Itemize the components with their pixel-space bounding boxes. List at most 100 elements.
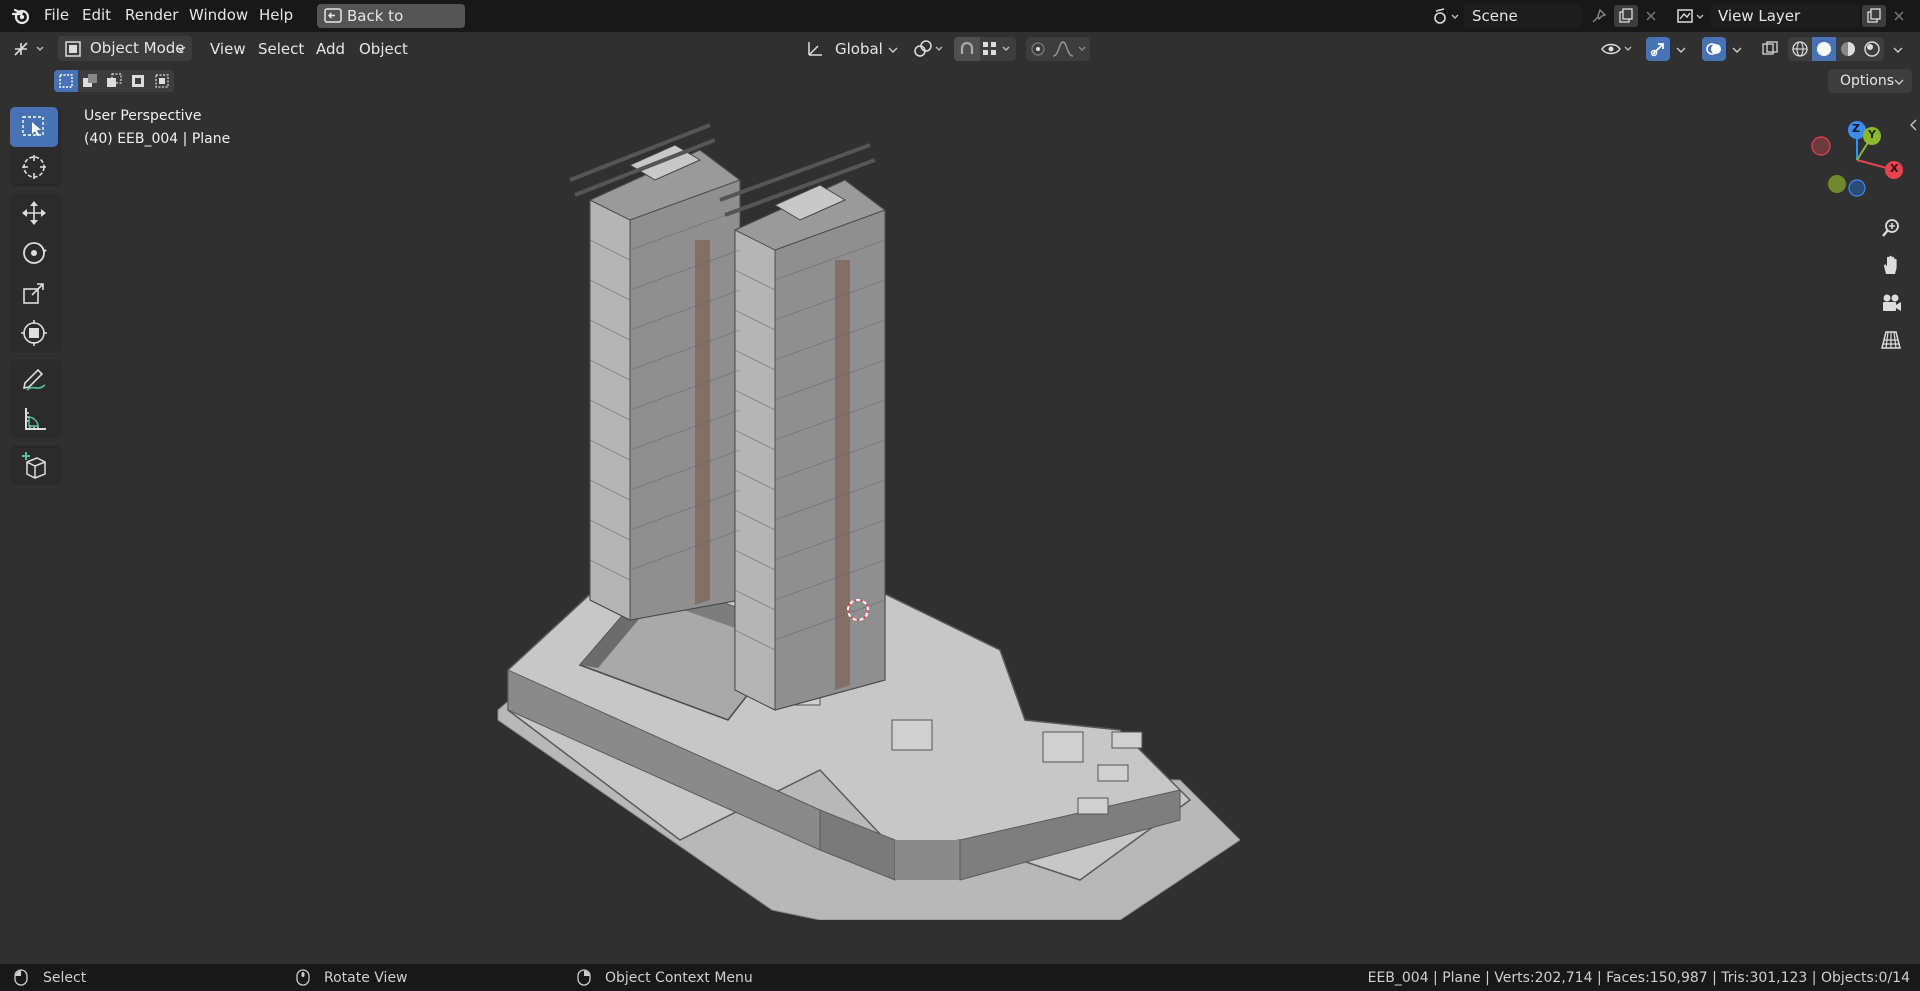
visibility-icon[interactable] [1600, 38, 1634, 60]
editor-type-icon[interactable] [10, 38, 50, 60]
add-cube-icon [22, 452, 46, 479]
axis-z-label: Z [1852, 122, 1860, 135]
menu-help[interactable]: Help [259, 6, 293, 24]
chevron-down-icon [176, 46, 186, 52]
mouse-right-icon [577, 969, 591, 990]
transform-tool[interactable] [10, 313, 58, 353]
delete-scene-icon[interactable] [1640, 6, 1662, 26]
top-menu-bar: File Edit Render Window Help Back to Pre… [0, 0, 1920, 49]
blender-logo-icon[interactable] [10, 6, 32, 26]
delete-view-layer-icon[interactable] [1888, 6, 1910, 26]
gizmo-toggle-icon[interactable] [1646, 37, 1670, 61]
options-dropdown[interactable]: Options [1828, 69, 1912, 93]
mouse-middle-icon [296, 969, 310, 990]
cursor-tool[interactable] [10, 147, 58, 187]
viewport-active-object-label: (40) EEB_004 | Plane [84, 131, 231, 147]
object-mode-dropdown[interactable]: Object Mode [58, 36, 192, 61]
pan-view-button[interactable] [1876, 250, 1906, 280]
status-bar: Select Rotate View Object Context Menu E… [0, 964, 1920, 991]
options-label: Options [1840, 73, 1895, 89]
scene-name-field[interactable]: Scene [1464, 4, 1582, 28]
select-box-icon [22, 116, 44, 136]
chevron-down-icon[interactable] [1732, 46, 1742, 54]
measure-ruler-icon [25, 408, 46, 430]
pivot-point-icon[interactable] [912, 38, 948, 60]
rotate-icon [23, 242, 47, 264]
back-icon [324, 8, 342, 23]
chevron-down-icon [1894, 79, 1904, 85]
menu-render[interactable]: Render [125, 6, 178, 24]
menu-window[interactable]: Window [189, 6, 248, 24]
status-rotate-hint: Rotate View [324, 970, 408, 986]
select-box-tool[interactable] [10, 107, 58, 147]
menu-view[interactable]: View [210, 40, 246, 58]
material-preview-icon[interactable] [1836, 37, 1860, 61]
overlays-toggle-icon[interactable] [1702, 37, 1726, 61]
sidebar-toggle-icon[interactable] [1908, 118, 1918, 136]
tool-settings-row: Options [0, 65, 1920, 97]
menu-add[interactable]: Add [316, 40, 345, 58]
select-subtract-icon[interactable] [102, 70, 126, 92]
toggle-perspective-button[interactable] [1876, 325, 1906, 355]
back-to-previous-button[interactable]: Back to Previous [317, 4, 465, 49]
transform-icon [21, 320, 47, 346]
grid-perspective-icon [1881, 331, 1901, 349]
rotate-tool[interactable] [10, 233, 58, 273]
annotate-pencil-icon [22, 368, 46, 391]
snap-toggle-icon[interactable] [954, 37, 980, 61]
pin-icon[interactable] [1588, 6, 1610, 26]
transform-orientation-icon[interactable] [804, 38, 826, 60]
cursor-icon [22, 155, 46, 179]
new-view-layer-icon[interactable] [1862, 5, 1886, 27]
camera-icon [1883, 294, 1901, 311]
zoom-view-button[interactable] [1876, 213, 1906, 243]
chevron-down-icon[interactable] [1676, 46, 1686, 54]
status-context-menu-hint: Object Context Menu [605, 970, 753, 986]
transform-orientation-label[interactable]: Global [835, 40, 883, 58]
status-select-hint: Select [43, 970, 87, 986]
menu-object[interactable]: Object [359, 40, 408, 58]
viewport-perspective-label: User Perspective [84, 108, 202, 124]
scene-statistics: EEB_004 | Plane | Verts:202,714 | Faces:… [1367, 970, 1910, 986]
chevron-down-icon[interactable] [1893, 46, 1903, 54]
solid-shading-icon[interactable] [1812, 37, 1836, 61]
viewport-3d-model[interactable] [480, 120, 1240, 920]
wireframe-shading-icon[interactable] [1788, 37, 1812, 61]
menu-edit[interactable]: Edit [82, 6, 111, 24]
move-icon [22, 201, 46, 225]
snap-target-icon[interactable] [980, 37, 1016, 61]
move-tool[interactable] [10, 193, 58, 233]
view-layer-field[interactable]: View Layer [1710, 4, 1860, 28]
new-scene-icon[interactable] [1614, 5, 1638, 27]
viewport-header: Object Mode View Select Add Object Globa… [0, 32, 1920, 65]
falloff-curve-icon[interactable] [1050, 37, 1090, 61]
zoom-icon [1882, 219, 1899, 237]
measure-tool[interactable] [10, 399, 58, 439]
scene-selector-icon[interactable] [1428, 6, 1462, 26]
add-cube-tool[interactable] [10, 445, 58, 485]
camera-view-button[interactable] [1876, 288, 1906, 318]
axis-x-label: X [1890, 162, 1899, 175]
hand-icon [1884, 255, 1897, 274]
select-new-icon[interactable] [54, 70, 78, 92]
chevron-down-icon[interactable] [888, 46, 898, 54]
tool-group-select [10, 107, 62, 187]
tool-group-transform [10, 193, 62, 353]
xray-toggle-icon[interactable] [1758, 37, 1782, 61]
navigation-gizmo[interactable]: Z Y X [1810, 118, 1910, 208]
select-intersect-icon[interactable] [150, 70, 174, 92]
select-invert-icon[interactable] [126, 70, 150, 92]
proportional-editing-icon[interactable] [1026, 37, 1050, 61]
select-extend-icon[interactable] [78, 70, 102, 92]
rendered-shading-icon[interactable] [1860, 37, 1884, 61]
mouse-left-icon [14, 969, 28, 990]
menu-select[interactable]: Select [258, 40, 304, 58]
annotate-tool[interactable] [10, 359, 58, 399]
menu-file[interactable]: File [44, 6, 69, 24]
view-layer-selector-icon[interactable] [1674, 6, 1708, 26]
object-mode-label: Object Mode [90, 39, 185, 57]
tool-group-annotate [10, 359, 62, 439]
scale-icon [23, 283, 44, 304]
scale-tool[interactable] [10, 273, 58, 313]
tool-group-add [10, 445, 62, 485]
